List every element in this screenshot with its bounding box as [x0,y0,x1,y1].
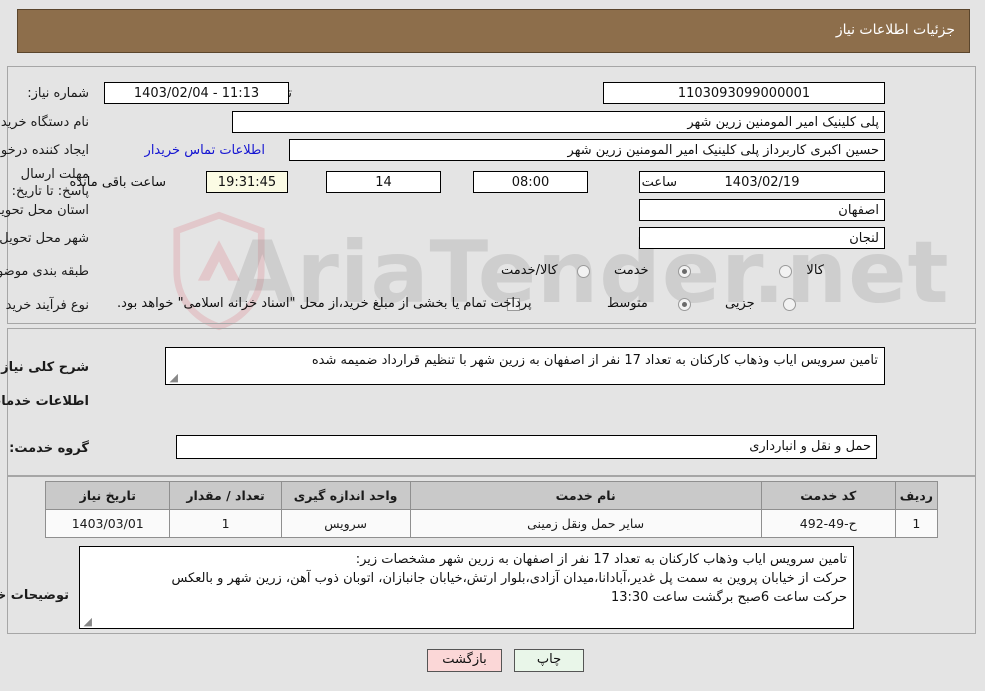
hour-label: ساعت [642,175,678,190]
requester-label: ایجاد کننده درخواست: [0,143,90,158]
table-header-row: ردیف کد خدمت نام خدمت واحد اندازه گیری ت… [45,481,940,510]
radio-process-jozii-label: جزیی [726,296,756,311]
time-remaining-value: 19:31:45 [207,171,289,193]
category-label: طبقه بندی موضوعی: [0,264,90,279]
buyer-notes-textarea[interactable]: تامین سرویس ایاب وذهاب کارکنان به تعداد … [80,546,855,629]
buyer-contact-link[interactable]: اطلاعات تماس خریدار [146,143,266,158]
announce-datetime-value: 1403/02/04 - 11:13 [105,82,290,104]
province-value: اصفهان [640,199,886,221]
province-label: استان محل تحویل: [0,203,90,218]
radio-category-khedmat[interactable] [679,265,692,278]
back-button[interactable]: بازگشت [428,649,503,672]
cell-quantity: 1 [170,509,283,538]
radio-process-jozii[interactable] [784,298,797,311]
resize-grip-icon[interactable]: ◢ [83,616,93,627]
radio-category-kala-khedmat[interactable] [578,265,591,278]
services-section-title: اطلاعات خدمات مورد نیاز [0,394,90,409]
deadline-time-value: 08:00 [474,171,589,193]
process-label: نوع فرآیند خرید : [0,298,90,313]
summary-label: شرح کلی نیاز: [0,360,90,375]
print-button[interactable]: چاپ [515,649,585,672]
col-quantity: تعداد / مقدار [170,481,283,510]
panel-general-info [8,66,977,324]
requester-value: حسین اکبری کاربرداز پلی کلینیک امیر المو… [290,139,886,161]
buyer-notes-line-2: حرکت از خیابان پروین به سمت پل غدیر،آباد… [172,571,848,586]
col-row-no: ردیف [895,481,940,510]
col-service-name: نام خدمت [410,481,763,510]
cell-service-name: سایر حمل ونقل زمینی [410,509,763,538]
remaining-suffix-label: ساعت باقی مانده [70,175,167,190]
radio-process-motevasset[interactable] [679,298,692,311]
summary-text: تامین سرویس ایاب وذهاب کارکنان به تعداد … [312,353,879,368]
need-number-label: شماره نیاز: [28,86,90,101]
cell-need-date: 1403/03/01 [45,509,172,538]
buyer-notes-line-3: حرکت ساعت 6صبح برگشت ساعت 13:30 [611,590,848,605]
radio-category-kala-khedmat-label: کالا/خدمت [502,263,559,278]
col-unit: واحد اندازه گیری [281,481,412,510]
cell-service-code: ح-49-492 [761,509,897,538]
buyer-notes-line-1: تامین سرویس ایاب وذهاب کارکنان به تعداد … [356,552,848,567]
treasury-note-label: پرداخت تمام یا بخشی از مبلغ خرید،از محل … [118,296,533,311]
resize-grip-icon[interactable]: ◢ [169,372,179,383]
buyer-notes-label: توضیحات خریدار: [0,588,70,603]
table-row[interactable]: 1 ح-49-492 سایر حمل ونقل زمینی سرویس 1 1… [45,509,940,538]
page-title-bar: جزئیات اطلاعات نیاز [18,9,971,53]
col-service-code: کد خدمت [761,481,897,510]
need-number-value: 1103093099000001 [604,82,886,104]
days-remaining-value: 14 [327,171,442,193]
cell-row-no: 1 [895,509,940,538]
col-need-date: تاریخ نیاز [45,481,172,510]
radio-category-khedmat-label: خدمت [615,263,650,278]
radio-category-kala-label: کالا [807,263,825,278]
page-root: AriaTender.net جزئیات اطلاعات نیاز شماره… [0,0,985,691]
buyer-org-label: نام دستگاه خریدار: [0,115,90,130]
cell-unit: سرویس [281,509,412,538]
city-value: لنجان [640,227,886,249]
radio-process-motevasset-label: متوسط [608,296,649,311]
buyer-org-value: پلی کلینیک امیر المومنین زرین شهر [233,111,886,133]
page-title: جزئیات اطلاعات نیاز [836,22,956,38]
service-group-label: گروه خدمت: [10,441,90,456]
services-table: ردیف کد خدمت نام خدمت واحد اندازه گیری ت… [45,481,940,538]
summary-textarea[interactable]: تامین سرویس ایاب وذهاب کارکنان به تعداد … [166,347,886,385]
service-group-value: حمل و نقل و انبارداری [177,435,878,459]
city-label: شهر محل تحویل: [0,231,90,246]
